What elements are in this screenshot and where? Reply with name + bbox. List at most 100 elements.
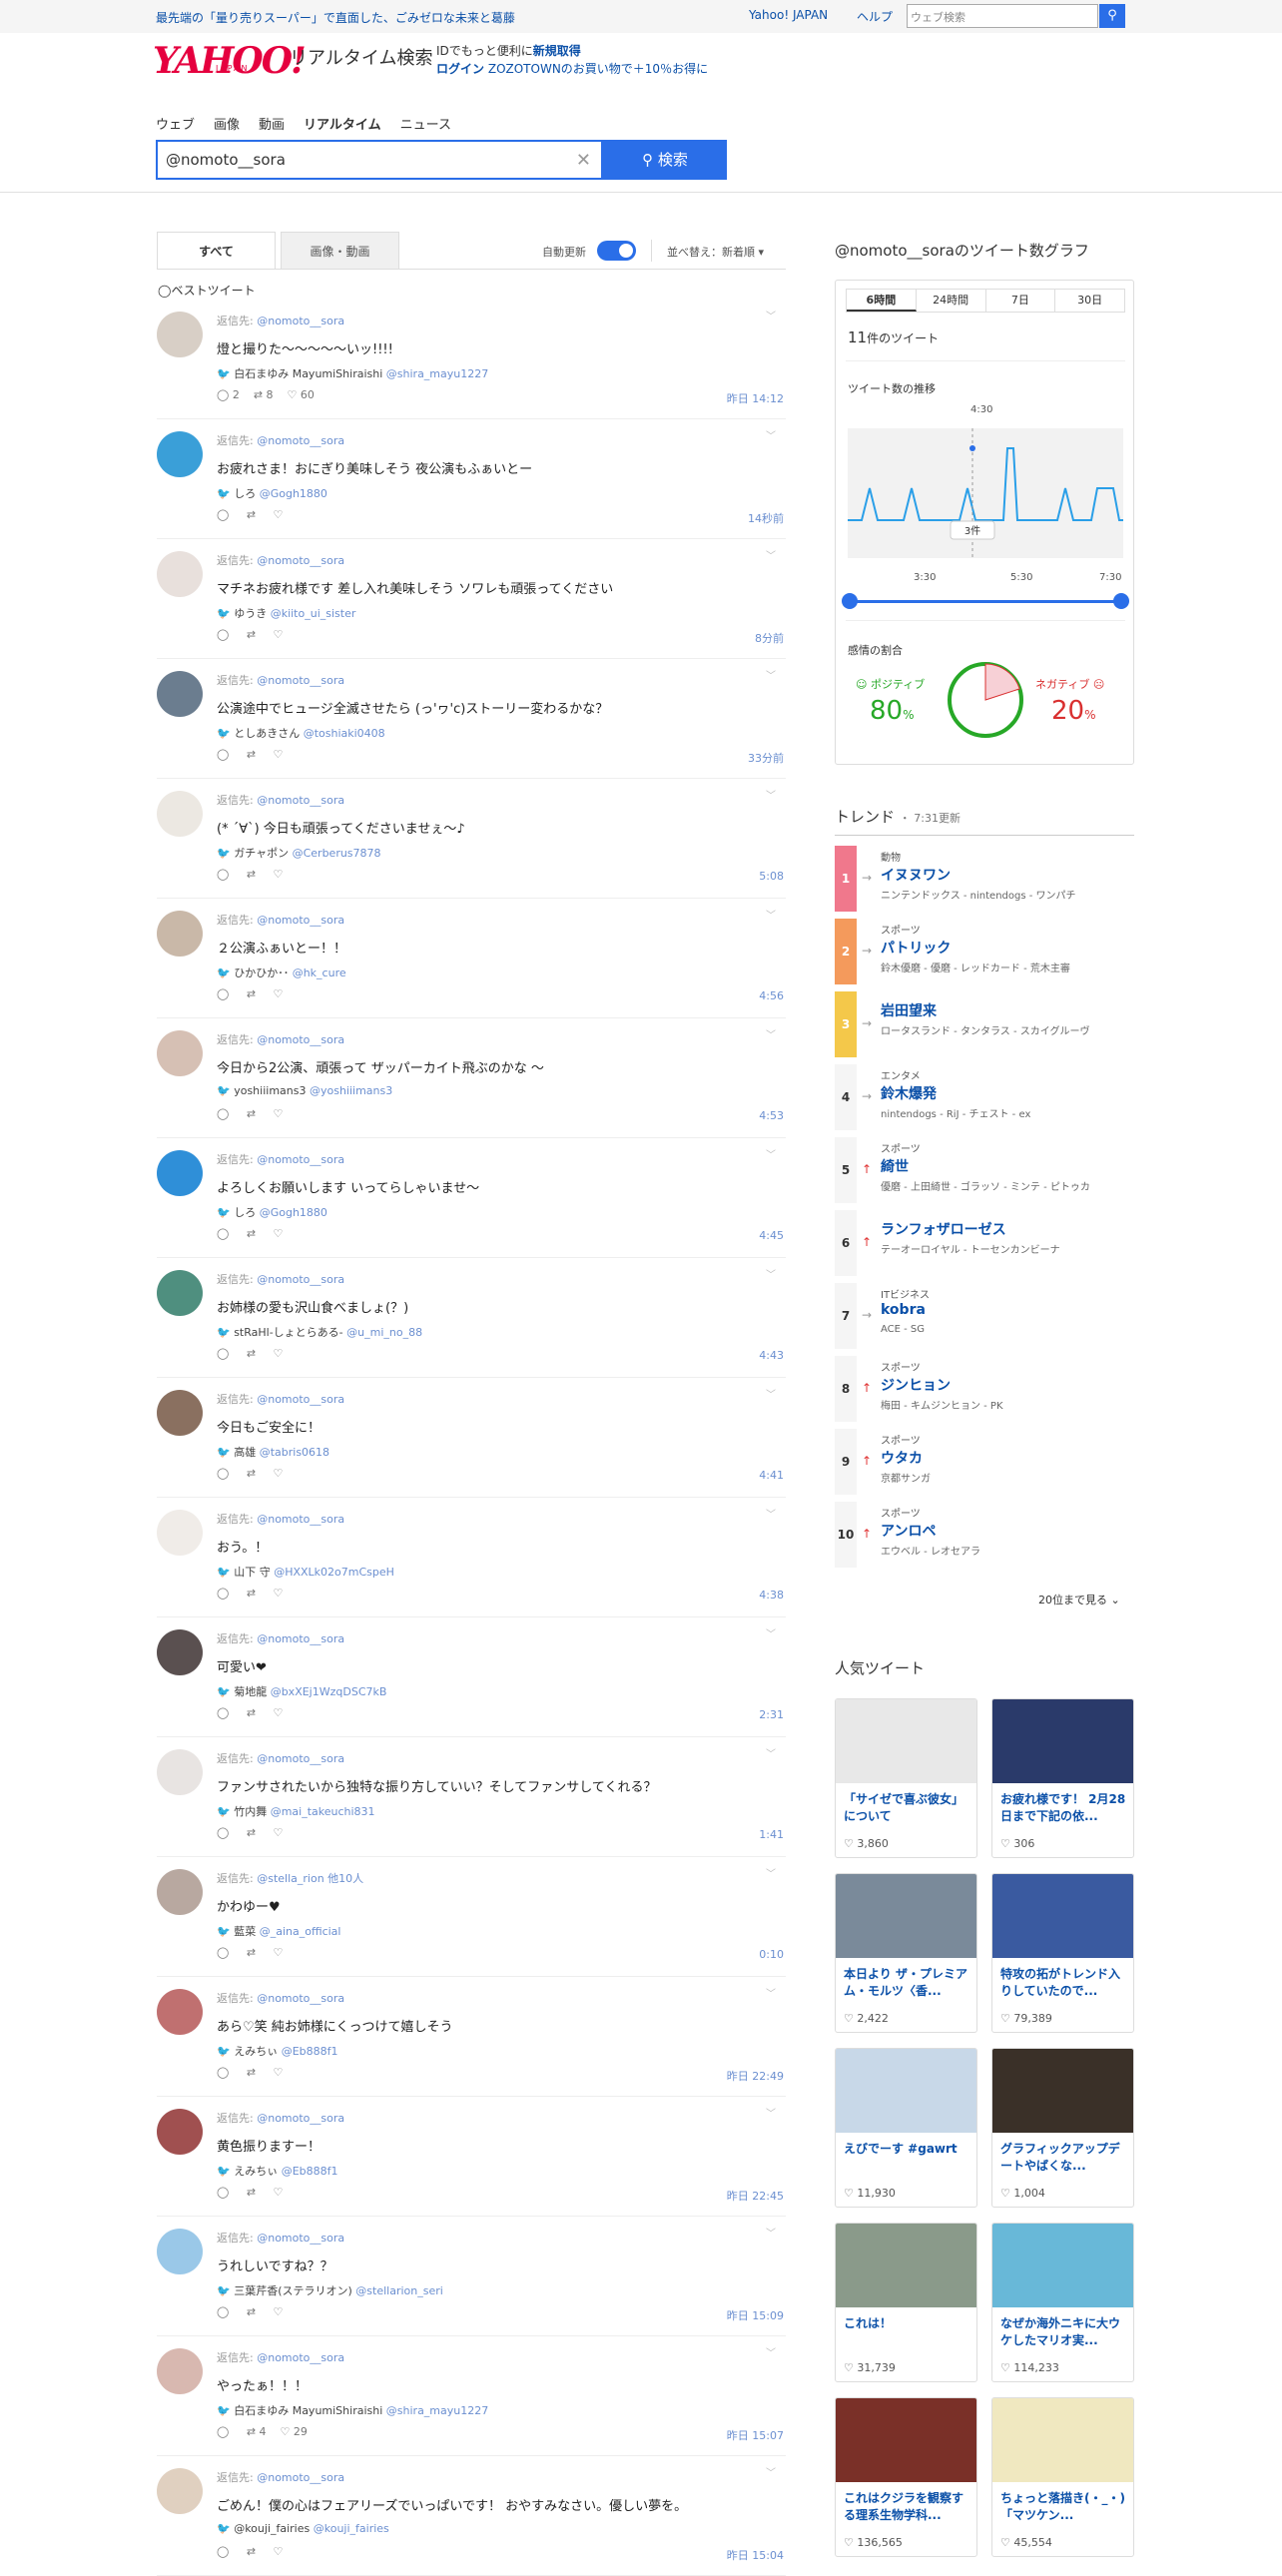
reply-icon[interactable]: ◯ [217, 1946, 233, 1959]
nav-realtime[interactable]: リアルタイム [304, 118, 381, 133]
reply-to-handle[interactable]: @nomoto__sora [257, 1393, 344, 1406]
like-icon[interactable]: ♡ [274, 1946, 284, 1959]
like-icon[interactable]: ♡ [274, 1706, 284, 1719]
tweet-time[interactable]: 昨日 15:09 [727, 2307, 784, 2323]
avatar[interactable] [157, 1150, 203, 1196]
tweet-author[interactable]: 🐦 しろ @Gogh1880 [217, 1204, 327, 1220]
tweet-time[interactable]: 2:31 [759, 1708, 784, 1721]
popular-tweet[interactable]: 「サイゼで喜ぶ彼女」について ♡ 3,860 [835, 1698, 977, 1858]
trend-keyword[interactable]: 鈴木爆発 [881, 1083, 937, 1103]
tab-7d[interactable]: 7日 [986, 290, 1056, 312]
popular-tweet[interactable]: グラフィックアップデートやばくな... ♡ 1,004 [991, 2048, 1134, 2208]
search-input[interactable]: @nomoto__sora ✕ [156, 140, 603, 180]
popular-tweet[interactable]: これはクジラを観察する理系生物学科... ♡ 136,565 [835, 2397, 977, 2557]
chevron-down-icon[interactable]: ﹀ [766, 1386, 776, 1401]
retweet-icon[interactable]: ⇄ [247, 1227, 260, 1240]
reply-to-handle[interactable]: @nomoto__sora [257, 1153, 344, 1166]
like-icon[interactable]: ♡ [274, 1587, 284, 1600]
chevron-down-icon[interactable]: ﹀ [766, 1146, 776, 1161]
reply-to-handle[interactable]: @nomoto__sora [257, 1273, 344, 1286]
retweet-icon[interactable]: ⇄ [247, 2545, 260, 2558]
search-button[interactable]: ⚲ 検索 [603, 140, 727, 180]
tweet-time[interactable]: 4:41 [759, 1469, 784, 1482]
reply-icon[interactable]: ◯ [217, 2545, 233, 2558]
tab-media[interactable]: 画像・動画 [281, 232, 399, 270]
avatar[interactable] [157, 1629, 203, 1675]
avatar[interactable] [157, 551, 203, 597]
retweet-icon[interactable]: ⇄ [247, 2305, 260, 2318]
reply-icon[interactable]: ◯ [217, 2305, 233, 2318]
like-icon[interactable]: ♡ 29 [281, 2425, 308, 2438]
reply-to-handle[interactable]: @nomoto__sora [257, 1752, 344, 1765]
avatar[interactable] [157, 671, 203, 717]
tab-24h[interactable]: 24時間 [917, 290, 986, 312]
chevron-down-icon[interactable]: ﹀ [766, 1266, 776, 1281]
avatar[interactable] [157, 1510, 203, 1556]
like-icon[interactable]: ♡ [274, 748, 284, 761]
popular-tweet[interactable]: お疲れ様です！ 2月28日まで下記の依... ♡ 306 [991, 1698, 1134, 1858]
reply-icon[interactable]: ◯ [217, 1826, 233, 1839]
tweet-time[interactable]: 昨日 15:07 [727, 2427, 784, 2443]
retweet-icon[interactable]: ⇄ [247, 508, 260, 521]
tweet-author[interactable]: 🐦 stRaHl-しょとらある- @u_mi_no_88 [217, 1324, 422, 1340]
popular-tweet[interactable]: これは！ ♡ 31,739 [835, 2223, 977, 2382]
retweet-icon[interactable]: ⇄ [247, 987, 260, 1000]
tweet-time[interactable]: 8分前 [755, 630, 784, 646]
tweet-author[interactable]: 🐦 えみちぃ @Eb888f1 [217, 2043, 338, 2059]
retweet-icon[interactable]: ⇄ 4 [247, 2425, 267, 2438]
avatar[interactable] [157, 1989, 203, 2035]
reply-icon[interactable]: ◯ [217, 2186, 233, 2199]
reply-icon[interactable]: ◯ [217, 2425, 233, 2438]
like-icon[interactable]: ♡ [274, 1347, 284, 1360]
tweet-author[interactable]: 🐦 えみちぃ @Eb888f1 [217, 2163, 338, 2179]
reply-to-handle[interactable]: @nomoto__sora [257, 1992, 344, 2005]
reply-icon[interactable]: ◯ [217, 868, 233, 881]
reply-icon[interactable]: ◯ [217, 1706, 233, 1719]
popular-tweet[interactable]: 特攻の拓がトレンド入りしていたので... ♡ 79,389 [991, 1873, 1134, 2033]
reply-icon[interactable]: ◯ [217, 748, 233, 761]
tweet-time[interactable]: 1:41 [759, 1828, 784, 1841]
chevron-down-icon[interactable]: ﹀ [766, 2344, 776, 2359]
avatar[interactable] [157, 2348, 203, 2394]
range-slider[interactable] [842, 593, 1129, 609]
login-link[interactable]: ログイン [436, 62, 484, 76]
popular-tweet[interactable]: えびでーす #gawrt ♡ 11,930 [835, 2048, 977, 2208]
tweet-time[interactable]: 昨日 22:49 [727, 2068, 784, 2084]
trend-keyword[interactable]: 岩田望来 [881, 1000, 937, 1020]
tweet-time[interactable]: 昨日 14:12 [727, 390, 784, 406]
trend-keyword[interactable]: パトリック [881, 938, 951, 958]
avatar[interactable] [157, 2229, 203, 2274]
retweet-icon[interactable]: ⇄ [247, 1467, 260, 1480]
retweet-icon[interactable]: ⇄ 8 [254, 388, 274, 401]
reply-icon[interactable]: ◯ 2 [217, 388, 240, 401]
retweet-icon[interactable]: ⇄ [247, 1826, 260, 1839]
reply-to-handle[interactable]: @nomoto__sora [257, 1632, 344, 1645]
tweet-author[interactable]: 🐦 しろ @Gogh1880 [217, 485, 327, 501]
chevron-down-icon[interactable]: ﹀ [766, 1865, 776, 1880]
avatar[interactable] [157, 1030, 203, 1076]
retweet-icon[interactable]: ⇄ [247, 1347, 260, 1360]
reply-to-handle[interactable]: @nomoto__sora [257, 315, 344, 327]
avatar[interactable] [157, 791, 203, 837]
trend-item[interactable]: 7 → ITビジネス kobra ACE - SG [835, 1280, 1134, 1353]
reply-to-handle[interactable]: @stella_rion 他10人 [257, 1872, 363, 1885]
chevron-down-icon[interactable]: ﹀ [766, 787, 776, 802]
avatar[interactable] [157, 1749, 203, 1795]
slider-handle-right[interactable] [1113, 593, 1129, 609]
reply-to-handle[interactable]: @nomoto__sora [257, 554, 344, 567]
tweet-author[interactable]: 🐦 ゆうき @kiito_ui_sister [217, 605, 355, 621]
avatar[interactable] [157, 2109, 203, 2155]
retweet-icon[interactable]: ⇄ [247, 868, 260, 881]
retweet-icon[interactable]: ⇄ [247, 748, 260, 761]
trend-keyword[interactable]: ウタカ [881, 1448, 923, 1468]
web-search-input[interactable]: ウェブ検索 [907, 4, 1098, 28]
slider-handle-left[interactable] [842, 593, 858, 609]
trend-item[interactable]: 4 → エンタメ 鈴木爆発 nintendogs - RiJ - チェスト - … [835, 1061, 1134, 1134]
tweet-author[interactable]: 🐦 高雄 @tabris0618 [217, 1444, 329, 1460]
tab-30d[interactable]: 30日 [1055, 290, 1124, 312]
trend-keyword[interactable]: 綺世 [881, 1156, 909, 1176]
tab-6h[interactable]: 6時間 [847, 290, 917, 312]
zozo-link[interactable]: ZOZOTOWNのお買い物で＋10％お得に [488, 62, 708, 76]
reply-to-handle[interactable]: @nomoto__sora [257, 1033, 344, 1046]
chevron-down-icon[interactable]: ﹀ [766, 308, 776, 322]
